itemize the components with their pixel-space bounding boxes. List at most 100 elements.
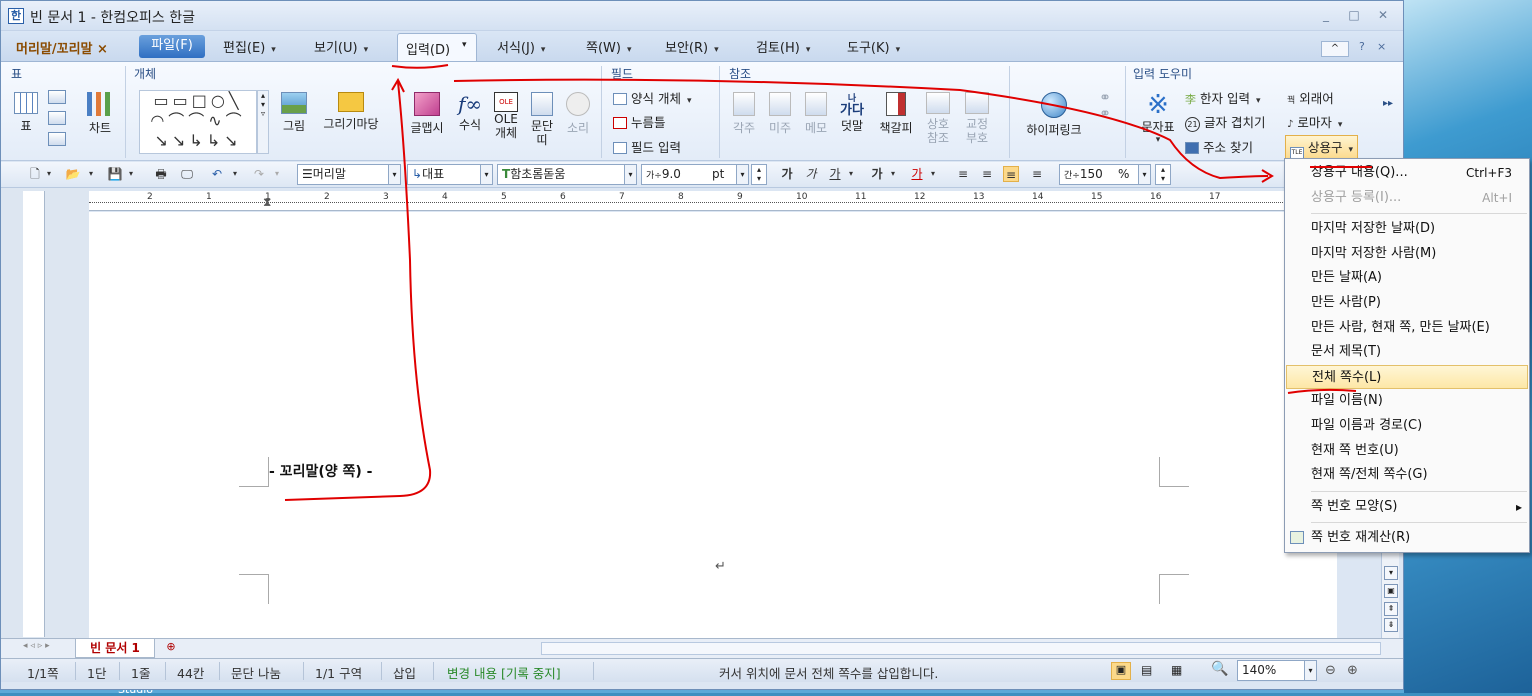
bookmark-button[interactable]: 책갈피 [875, 92, 917, 136]
print-icon[interactable]: 🖶 [153, 166, 169, 182]
menu-input[interactable]: 입력(D) ▾ [397, 33, 477, 61]
menu-item-9[interactable]: 파일 이름(N) [1286, 389, 1528, 413]
normal-view-icon[interactable]: ▤ [1141, 663, 1152, 677]
menu-review[interactable]: 검토(H) ▾ [756, 37, 810, 56]
outline-view-icon[interactable]: ▦ [1171, 663, 1182, 677]
prev-page-icon[interactable]: ⇞ [1384, 602, 1398, 616]
help-button[interactable]: ? [1359, 40, 1365, 53]
menu-item-8[interactable]: 전체 쪽수(L) [1286, 364, 1528, 389]
menu-item-10[interactable]: 파일 이름과 경로(C) [1286, 414, 1528, 438]
header-footer-context-tab[interactable]: 머리말/꼬리말 × [10, 36, 114, 58]
menu-edit[interactable]: 편집(E) ▾ [223, 37, 276, 56]
status-insert-mode[interactable]: 삽입 [393, 663, 416, 682]
proofreading-mark-button[interactable]: 교정 부호 [959, 92, 995, 145]
page-layout-view-icon[interactable]: ▣ [1111, 662, 1131, 680]
form-object-button[interactable]: 양식 개체 ▾ [613, 88, 692, 107]
field-input-button[interactable]: 필드 입력 [613, 137, 681, 156]
sound-button[interactable]: 소리 [563, 92, 593, 136]
scroll-down-icon[interactable]: ▾ [1384, 566, 1398, 580]
foreign-word-button[interactable]: 꿕 외래어 [1287, 88, 1334, 107]
footnote-button[interactable]: 각주 [729, 92, 759, 136]
menu-item-4[interactable]: 만든 날짜(A) [1286, 266, 1528, 290]
address-search-button[interactable]: 주소 찾기 [1185, 137, 1253, 156]
underline-button[interactable]: 가 [827, 166, 843, 182]
tab-nav-icons[interactable]: ◂ ◃ ▹ ▸ [23, 641, 50, 651]
align-right-icon[interactable]: ≡ [1029, 166, 1045, 182]
justify-icon[interactable]: ≡ [955, 166, 971, 182]
font-language-select[interactable]: ↳대표 ▾ [407, 164, 493, 185]
font-size-stepper[interactable]: ▴ ▾ [751, 164, 767, 185]
undo-icon[interactable]: ↶ [209, 166, 225, 182]
style-select[interactable]: ☰머리말 ▾ [297, 164, 401, 185]
romaja-button[interactable]: ♪ 로마자 ▾ [1287, 112, 1342, 131]
indent-marker-icon[interactable]: ⧗ [263, 195, 271, 210]
menu-tools[interactable]: 도구(K) ▾ [847, 37, 900, 56]
new-doc-icon[interactable]: 🗋 [27, 166, 43, 182]
menu-item-2[interactable]: 마지막 저장한 날짜(D) [1286, 217, 1528, 241]
menu-item-1[interactable]: 상용구 등록(I)... Alt+I [1286, 186, 1528, 210]
endnote-button[interactable]: 미주 [765, 92, 795, 136]
menu-item-5[interactable]: 만든 사람(P) [1286, 291, 1528, 315]
close-button[interactable]: ✕ [1374, 7, 1392, 23]
maximize-button[interactable]: □ [1345, 7, 1363, 23]
print-preview-icon[interactable]: 🖵 [179, 166, 195, 182]
paragraph-band-button[interactable]: 문단 띠 [527, 92, 557, 147]
menu-format[interactable]: 서식(J) ▾ [497, 37, 545, 56]
char-style-button[interactable]: 가 [869, 166, 885, 182]
menu-item-11[interactable]: 현재 쪽 번호(U) [1286, 439, 1528, 463]
ole-object-button[interactable]: OLE OLE 개체 [491, 92, 521, 140]
drawing-gallery-button[interactable]: 그리기마당 [317, 92, 385, 132]
shapes-gallery[interactable]: ▭▭□○╲ ◠⌒⌒∿⌒ ↘↘↳↳↘ [139, 90, 257, 154]
menu-view[interactable]: 보기(U) ▾ [314, 37, 368, 56]
align-left-icon[interactable]: ≡ [979, 166, 995, 182]
menu-item-12[interactable]: 현재 쪽/전체 쪽수(G) [1286, 463, 1528, 487]
ruby-text-button[interactable]: 나 가다 덧말 [837, 92, 867, 134]
font-size-input[interactable]: 가÷9.0 pt ▾ [641, 164, 749, 185]
ribbon-collapse-button[interactable]: ^ [1321, 41, 1349, 57]
zoom-in-icon[interactable]: ⊕ [1347, 663, 1358, 678]
redo-icon[interactable]: ↷ [251, 166, 267, 182]
minimize-button[interactable]: _ [1317, 7, 1335, 23]
zoom-icon[interactable]: 🔍 [1211, 661, 1228, 677]
menu-page[interactable]: 쪽(W) ▾ [586, 37, 632, 56]
menu-item-0[interactable]: 상용구 내용(Q)... Ctrl+F3 [1286, 161, 1528, 185]
menu-item-13[interactable]: 쪽 번호 모양(S) ▸ [1286, 495, 1528, 519]
open-folder-icon[interactable]: 📂 [65, 166, 81, 182]
formula-button[interactable]: f∞ 수식 [455, 92, 485, 133]
wordart-button[interactable]: 글맵시 [405, 92, 449, 136]
save-icon[interactable]: 💾 [107, 166, 123, 182]
menu-item-7[interactable]: 문서 제목(T) [1286, 340, 1528, 364]
character-map-button[interactable]: ※ 문자표 ▾ [1137, 92, 1179, 145]
menu-security[interactable]: 보안(R) ▾ [665, 37, 719, 56]
menu-file[interactable]: 파일(F) [139, 35, 205, 58]
align-center-icon[interactable]: ≡ [1003, 166, 1019, 182]
menu-item-6[interactable]: 만든 사람, 현재 쪽, 만든 날짜(E) [1286, 316, 1528, 340]
link-tools-icon[interactable]: ⚭ ⚭ [1095, 90, 1115, 122]
bold-button[interactable]: 가 [779, 166, 795, 182]
picture-button[interactable]: 그림 [279, 92, 309, 134]
push-field-button[interactable]: 누름틀 [613, 112, 666, 131]
text-color-button[interactable]: 가 [909, 166, 925, 182]
tab-document-1[interactable]: 빈 문서 1 [75, 639, 155, 658]
table-button[interactable]: 표 [11, 92, 41, 134]
hyperlink-button[interactable]: 하이퍼링크 [1019, 92, 1089, 138]
next-page-icon[interactable]: ⇟ [1384, 618, 1398, 632]
italic-button[interactable]: 가 [803, 166, 819, 182]
shapes-scroll[interactable]: ▴ ▾ ▿ [257, 90, 269, 154]
overlap-chars-button[interactable]: 21 글자 겹치기 [1185, 112, 1265, 132]
ribbon-more-button[interactable]: ▸▸ [1383, 98, 1393, 109]
memo-button[interactable]: 메모 [801, 92, 831, 136]
page-view-icon[interactable]: ▣ [1384, 584, 1398, 598]
menu-item-14[interactable]: 쪽 번호 재계산(R) [1286, 526, 1528, 550]
footer-content[interactable]: - 꼬리말(양 쪽) - [269, 461, 372, 481]
chart-button[interactable]: 차트 [83, 92, 117, 136]
cross-reference-button[interactable]: 상호 참조 [921, 92, 955, 145]
zoom-out-icon[interactable]: ⊖ [1325, 663, 1336, 678]
zoom-select[interactable]: 140% ▾ [1237, 660, 1317, 681]
status-page[interactable]: 1/1쪽 [27, 663, 59, 682]
table-tools-icon[interactable] [47, 90, 67, 149]
horizontal-scrollbar[interactable] [541, 642, 1381, 655]
new-tab-icon[interactable]: ⊕ [159, 640, 183, 657]
line-spacing-input[interactable]: 간÷150% ▾ [1059, 164, 1151, 185]
font-select[interactable]: T함초롬돋움 ▾ [497, 164, 637, 185]
